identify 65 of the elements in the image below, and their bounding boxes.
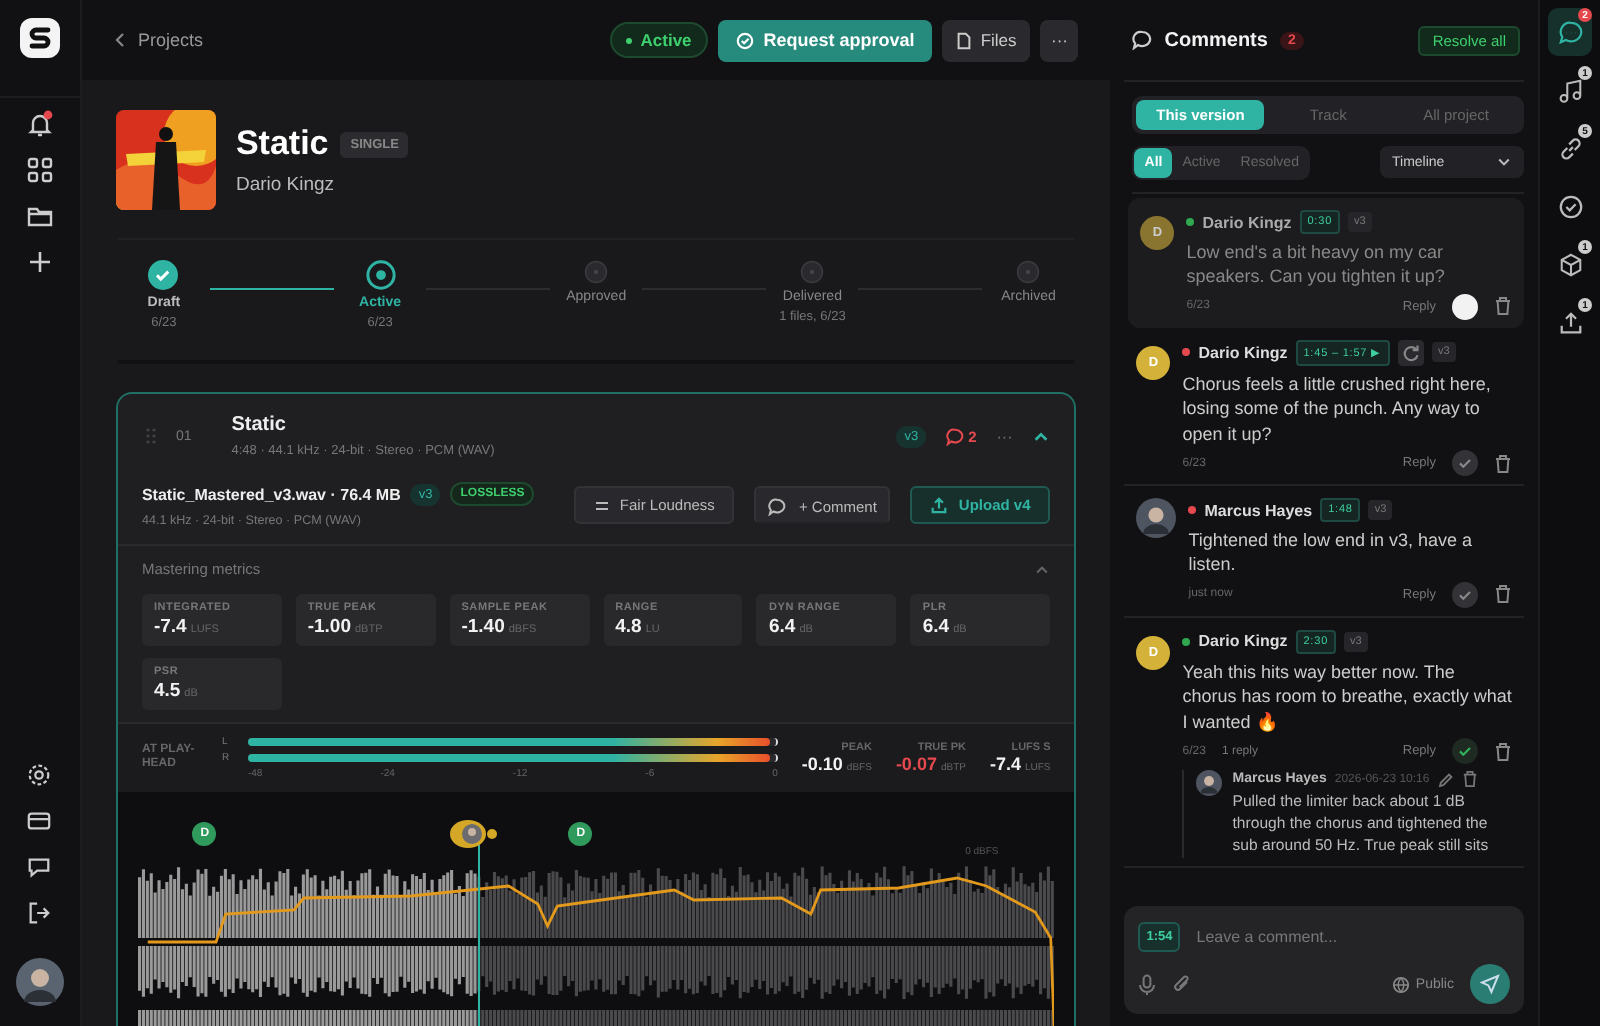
- track-more-button[interactable]: ···: [996, 427, 1013, 445]
- drag-handle-icon[interactable]: [145, 428, 156, 444]
- user-avatar: [1136, 498, 1177, 539]
- files-button[interactable]: Files: [942, 19, 1031, 61]
- file-name: Static_Mastered_v3.wav · 76.4 MB: [141, 485, 401, 503]
- author-name: Marcus Hayes: [1204, 501, 1313, 520]
- comments-icon: [1132, 30, 1153, 50]
- card-icon[interactable]: [26, 808, 53, 834]
- more-button[interactable]: ···: [1040, 19, 1079, 61]
- user-avatar[interactable]: [15, 958, 64, 1006]
- panel-title: Comments: [1164, 29, 1268, 51]
- status-badge: Active: [610, 22, 708, 58]
- resolve-icon[interactable]: [1452, 450, 1478, 477]
- delete-icon[interactable]: [1494, 296, 1512, 317]
- comment-text: Chorus feels a little crushed right here, losing some of the punch. Any way to open it up?: [1182, 371, 1493, 447]
- upload-icon: [1557, 309, 1583, 335]
- user-avatar: [1196, 770, 1223, 797]
- settings-icon[interactable]: [26, 762, 53, 788]
- delete-icon[interactable]: [1494, 453, 1512, 474]
- author-name: Dario Kingz: [1198, 343, 1288, 362]
- author-name: Dario Kingz: [1202, 213, 1292, 231]
- delete-icon[interactable]: [1461, 770, 1478, 789]
- file-icon: [956, 31, 973, 49]
- globe-icon: [1391, 975, 1410, 993]
- lines-icon: [593, 497, 610, 513]
- app-logo[interactable]: [19, 18, 60, 58]
- comment-marker-avatar[interactable]: [449, 820, 498, 848]
- grid-icon[interactable]: [25, 156, 54, 184]
- loop-icon[interactable]: [1397, 339, 1424, 366]
- attachment-icon[interactable]: [1172, 973, 1193, 995]
- resolve-icon[interactable]: [1452, 581, 1478, 608]
- edit-icon[interactable]: [1437, 771, 1454, 788]
- artist-name: Dario Kingz: [235, 174, 337, 196]
- resolve-toggle[interactable]: [1452, 293, 1478, 320]
- chat-icon[interactable]: [26, 854, 53, 880]
- comment-icon: [768, 498, 787, 516]
- back-link[interactable]: Projects: [137, 30, 203, 50]
- check-circle-icon: [735, 31, 754, 49]
- check-icon: [1557, 193, 1583, 219]
- comment-text: Yeah this hits way better now. The chorus has room to breathe, exactly what I wanted 🔥: [1182, 659, 1512, 735]
- logout-icon[interactable]: [26, 900, 53, 926]
- back-icon[interactable]: [113, 32, 126, 48]
- folder-icon[interactable]: [25, 202, 54, 230]
- chat-icon: [1557, 19, 1583, 45]
- delete-icon[interactable]: [1494, 584, 1512, 605]
- notifications-icon[interactable]: [25, 110, 54, 138]
- music-icon: [1557, 77, 1583, 103]
- request-approval-button[interactable]: Request approval: [717, 19, 933, 61]
- author-name: Dario Kingz: [1198, 632, 1288, 651]
- collapse-icon[interactable]: [1032, 427, 1051, 445]
- comment-input[interactable]: Leave a comment...: [1192, 926, 1510, 948]
- upload-icon: [930, 496, 949, 514]
- comment-text: Tightened the low end in v3, have a listen.: [1188, 528, 1475, 578]
- resolve-icon[interactable]: [1452, 738, 1478, 765]
- microphone-icon[interactable]: [1138, 973, 1157, 995]
- chevron-down-icon: [1496, 154, 1512, 170]
- link-icon: [1557, 135, 1583, 161]
- delete-icon[interactable]: [1494, 741, 1512, 762]
- add-icon[interactable]: [25, 248, 54, 276]
- send-button[interactable]: [1470, 964, 1510, 1004]
- release-title: Static: [235, 124, 329, 164]
- collapse-icon[interactable]: [1034, 561, 1051, 577]
- cube-icon: [1557, 251, 1583, 277]
- comment-text: Low end's a bit heavy on my car speakers. Can you tighten it up?: [1186, 240, 1447, 290]
- track-title: Static: [231, 414, 288, 436]
